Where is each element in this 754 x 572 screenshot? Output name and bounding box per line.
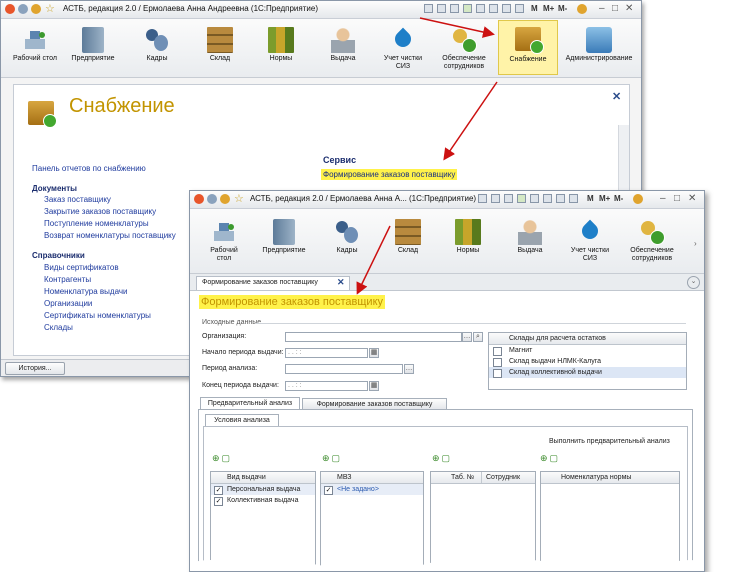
arrow-to-service-link <box>443 81 498 161</box>
arrow-to-form-title <box>356 225 391 295</box>
annotation-arrows <box>356 17 498 295</box>
arrow-to-supply-section <box>419 17 495 38</box>
